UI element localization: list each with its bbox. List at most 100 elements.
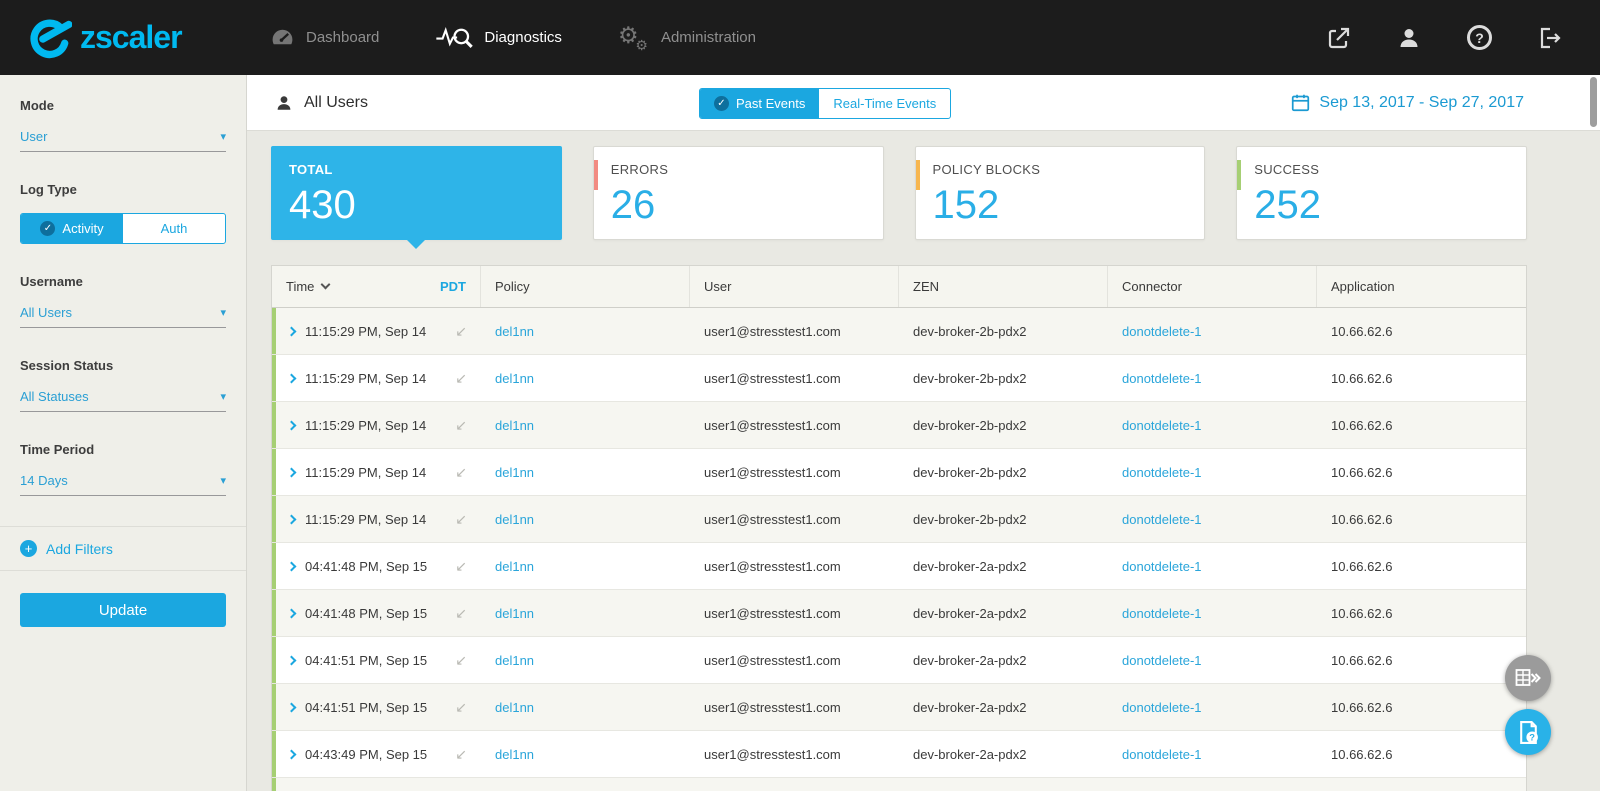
connector-link[interactable]: donotdelete-1 [1122,559,1202,574]
nav-item-diagnostics[interactable]: Diagnostics [435,24,562,51]
success-accent-bar [1237,160,1242,190]
past-events-tab[interactable]: ✓ Past Events [700,89,820,118]
inbound-arrow-icon: ↙ [455,698,467,715]
realtime-events-tab[interactable]: Real-Time Events [819,89,950,118]
session-status-value: All Statuses [20,389,89,404]
column-header-policy[interactable]: Policy [481,266,690,307]
cell-connector: donotdelete-1 [1108,308,1317,354]
policy-link[interactable]: del1nn [495,606,534,621]
cell-connector: donotdelete-1 [1108,449,1317,495]
calendar-icon [1292,94,1310,112]
log-type-auth-tab[interactable]: Auth [123,214,225,243]
cell-user: user1@stresstest1.com [704,464,841,480]
table-export-icon [1515,669,1541,686]
column-header-connector[interactable]: Connector [1108,266,1317,307]
user-icon [1400,28,1418,47]
stat-card-errors[interactable]: ERRORS 26 [592,146,884,240]
column-header-zen[interactable]: ZEN [899,266,1108,307]
connector-link[interactable]: donotdelete-1 [1122,747,1202,762]
zscaler-logo[interactable]: zscaler [22,17,244,59]
cell-connector: donotdelete-1 [1108,731,1317,777]
table-row[interactable]: 11:15:29 PM, Sep 14 ↙ del1nn user1@stress… [272,496,1526,543]
time-period-select[interactable]: 14 Days ▾ [20,473,226,496]
policy-link[interactable]: del1nn [495,700,534,715]
expand-chevron-icon[interactable] [286,420,297,430]
table-row[interactable]: 04:43:49 PM, Sep 15 ↙ del1nn user1@stress… [272,731,1526,778]
filter-group-log-type: Log Type ✓ Activity Auth [20,182,226,244]
table-row[interactable]: 11:15:29 PM, Sep 14 ↙ del1nn user1@stress… [272,355,1526,402]
nav-item-dashboard[interactable]: Dashboard [270,25,379,50]
expand-chevron-icon[interactable] [286,373,297,383]
mode-select[interactable]: User ▾ [20,129,226,152]
table-row[interactable]: 04:41:51 PM, Sep 15 ↙ del1nn user1@stress… [272,637,1526,684]
expand-chevron-icon[interactable] [286,326,297,336]
account-button[interactable] [1397,26,1421,50]
policy-link[interactable]: del1nn [495,653,534,668]
expand-chevron-icon[interactable] [286,702,297,712]
help-report-button[interactable]: ? [1505,709,1551,755]
date-range-picker[interactable]: Sep 13, 2017 - Sep 27, 2017 [1291,93,1524,112]
search-pulse-icon [436,27,474,48]
expand-chevron-icon[interactable] [286,655,297,665]
expand-chevron-icon[interactable] [286,514,297,524]
table-row[interactable]: 04:41:48 PM, Sep 15 ↙ del1nn user1@stress… [272,590,1526,637]
svg-text:?: ? [1529,732,1535,742]
scrollbar-thumb[interactable] [1590,77,1597,127]
column-header-time[interactable]: Time PDT [272,266,481,307]
stat-card-policy-blocks[interactable]: POLICY BLOCKS 152 [914,146,1206,240]
help-button[interactable]: ? [1467,25,1492,50]
cell-time: 11:15:29 PM, Sep 14 ↙ [272,308,481,354]
connector-link[interactable]: donotdelete-1 [1122,512,1202,527]
remote-assistance-button[interactable] [1327,26,1351,50]
stat-value: 152 [932,183,1000,227]
logout-button[interactable] [1538,26,1562,50]
connector-link[interactable]: donotdelete-1 [1122,606,1202,621]
expand-chevron-icon[interactable] [286,561,297,571]
update-button[interactable]: Update [20,593,226,627]
inbound-arrow-icon: ↙ [455,651,467,668]
policy-link[interactable]: del1nn [495,747,534,762]
cell-time: 04:41:48 PM, Sep 15 ↙ [272,590,481,636]
table-row-partial[interactable] [272,778,1526,791]
cell-user: user1@stresstest1.com [704,558,841,574]
connector-link[interactable]: donotdelete-1 [1122,324,1202,339]
inbound-arrow-icon: ↙ [455,557,467,574]
add-filters-label: Add Filters [46,540,113,557]
add-filters-button[interactable]: + Add Filters [0,526,246,571]
policy-link[interactable]: del1nn [495,371,534,386]
cell-policy: del1nn [481,308,690,354]
table-row[interactable]: 11:15:29 PM, Sep 14 ↙ del1nn user1@stress… [272,308,1526,355]
table-row[interactable]: 11:15:29 PM, Sep 14 ↙ del1nn user1@stress… [272,402,1526,449]
expand-chevron-icon[interactable] [286,467,297,477]
policy-link[interactable]: del1nn [495,559,534,574]
table-row[interactable]: 04:41:51 PM, Sep 15 ↙ del1nn user1@stress… [272,684,1526,731]
stat-card-total[interactable]: TOTAL 430 [271,146,562,249]
log-type-activity-tab[interactable]: ✓ Activity [21,214,123,243]
expand-chevron-icon[interactable] [286,608,297,618]
chevron-down-icon: ▾ [220,307,226,319]
stat-card-success[interactable]: SUCCESS 252 [1236,146,1527,240]
connector-link[interactable]: donotdelete-1 [1122,700,1202,715]
connector-link[interactable]: donotdelete-1 [1122,653,1202,668]
errors-accent-bar [593,160,598,190]
cell-time: 11:15:29 PM, Sep 14 ↙ [272,402,481,448]
policy-link[interactable]: del1nn [495,324,534,339]
column-header-user[interactable]: User [690,266,899,307]
events-toggle: ✓ Past Events Real-Time Events [699,88,952,119]
connector-link[interactable]: donotdelete-1 [1122,465,1202,480]
expand-chevron-icon[interactable] [286,749,297,759]
cell-connector: donotdelete-1 [1108,402,1317,448]
session-status-select[interactable]: All Statuses ▾ [20,389,226,412]
nav-item-administration[interactable]: ⚙ ⚙ Administration [618,22,756,53]
connector-link[interactable]: donotdelete-1 [1122,418,1202,433]
policy-link[interactable]: del1nn [495,465,534,480]
column-header-application[interactable]: Application [1317,266,1526,307]
username-select[interactable]: All Users ▾ [20,305,226,328]
policy-link[interactable]: del1nn [495,512,534,527]
export-panel-button[interactable] [1505,655,1551,701]
policy-link[interactable]: del1nn [495,418,534,433]
table-row[interactable]: 04:41:48 PM, Sep 15 ↙ del1nn user1@stress… [272,543,1526,590]
cell-policy: del1nn [481,590,690,636]
table-row[interactable]: 11:15:29 PM, Sep 14 ↙ del1nn user1@stress… [272,449,1526,496]
connector-link[interactable]: donotdelete-1 [1122,371,1202,386]
